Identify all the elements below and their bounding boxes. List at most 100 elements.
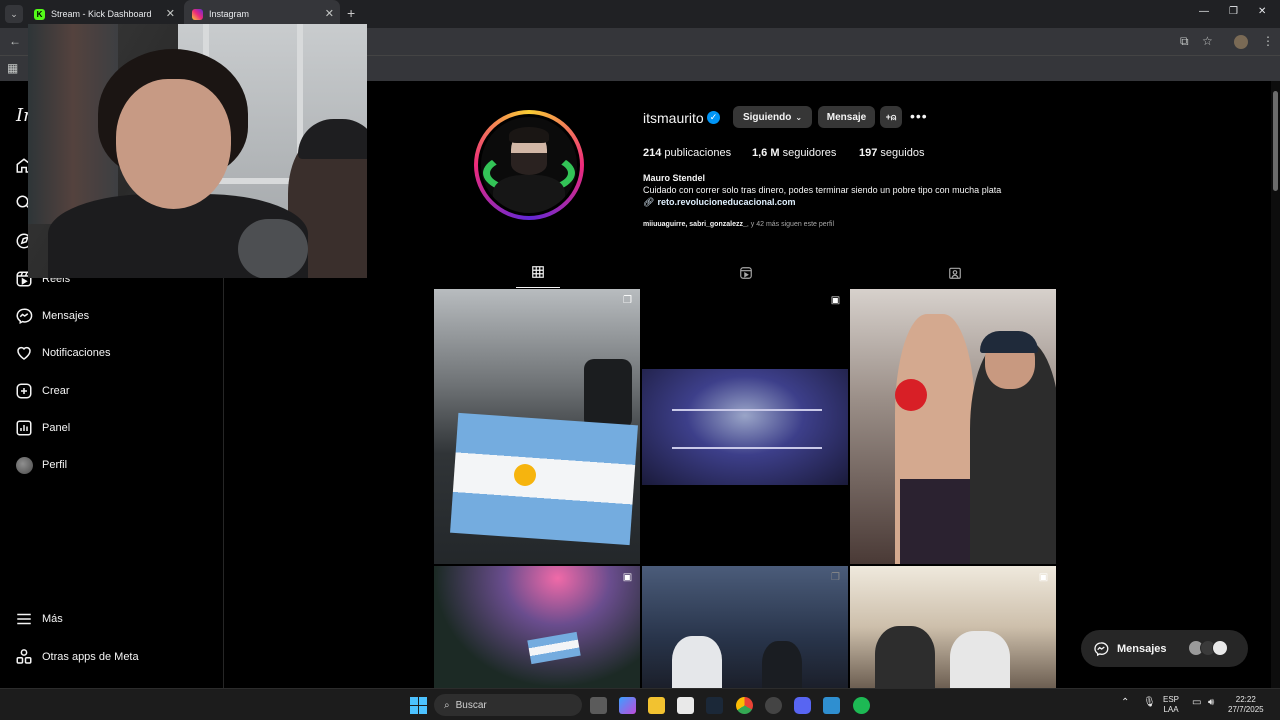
tab-tagged[interactable] [933,260,977,288]
suggest-people-icon[interactable]: +⍝ [880,106,902,128]
profile-full-name: Mauro Stendel [643,173,706,183]
tab-title: Stream - Kick Dashboard [51,9,152,19]
task-view-icon[interactable] [590,697,607,714]
new-tab-button[interactable]: + [347,5,355,21]
language-indicator[interactable]: ESP LAA [1163,695,1179,715]
tab-title: Instagram [209,9,250,19]
reel-badge-icon: ▣ [1038,572,1049,583]
notepad-icon[interactable] [823,697,840,714]
messenger-icon [14,306,34,326]
tab-reels[interactable] [724,260,768,288]
microphone-icon[interactable]: 🎙︎ [1143,698,1156,708]
chrome-icon[interactable] [736,697,753,714]
chevron-up-icon[interactable]: ⌃ [1121,698,1129,708]
sidebar-item-label: Panel [42,422,71,434]
profile-username: itsmaurito [643,110,704,126]
windows-taskbar: ⌕ Buscar ⌃ 🎙︎ ESP LAA ▭ 🔊︎ 22:22 27/7/20… [0,688,1280,720]
chevron-down-icon: ⌄ [795,112,803,122]
volume-icon[interactable]: 🔊︎ [1208,698,1214,708]
post-thumbnail[interactable]: ❐ [434,289,640,564]
close-tab-icon[interactable]: ✕ [325,7,334,20]
sidebar-item-notifications[interactable]: Notificaciones [14,341,110,365]
messenger-icon [1093,641,1109,657]
post-thumbnail[interactable] [850,289,1056,564]
restore-icon[interactable]: ❐ [1229,6,1238,17]
page-scrollbar[interactable] [1271,81,1280,688]
post-thumbnail[interactable]: ❐ [642,566,848,688]
recent-chats-avatars [1188,640,1230,656]
sidebar-item-more[interactable]: Más [14,607,63,631]
sidebar-item-label: Crear [42,385,70,397]
webcam-overlay [28,24,367,278]
microphone-icon [238,219,308,278]
kick-icon: K [34,8,45,20]
reels-icon [739,266,753,283]
bar-chart-icon [14,418,34,438]
spotify-icon[interactable] [853,697,870,714]
profile-avatar[interactable] [474,110,584,220]
menu-icon [14,609,34,629]
close-tab-icon[interactable]: ✕ [166,7,175,20]
file-explorer-icon[interactable] [648,697,665,714]
message-button[interactable]: Mensaje [818,106,875,128]
apps-grid-icon[interactable]: ▦ [7,61,18,75]
more-options-icon[interactable]: ••• [910,108,928,124]
sidebar-item-meta-apps[interactable]: Otras apps de Meta [14,645,139,669]
verified-badge-icon: ✓ [707,111,720,124]
discord-icon[interactable] [794,697,811,714]
heart-icon [14,343,34,363]
obs-icon[interactable] [765,697,782,714]
posts-count[interactable]: 214 publicaciones [643,147,731,159]
sidebar-item-label: Otras apps de Meta [42,651,139,663]
following-button[interactable]: Siguiendo ⌄ [733,106,812,128]
sidebar-item-label: Perfil [42,459,68,471]
instagram-icon [192,8,203,20]
carousel-icon: ❐ [623,295,632,306]
minimize-icon[interactable]: — [1199,6,1209,17]
sidebar-item-label: Más [42,613,63,625]
grid-icon [531,265,545,282]
profile-tabs [434,260,1056,288]
profile-bio: Cuidado con correr solo tras dinero, pod… [643,185,1002,195]
profile-avatar-icon[interactable] [1234,35,1248,49]
plus-square-icon [14,381,34,401]
bookmark-star-icon[interactable]: ☆ [1202,34,1213,48]
taskbar-search[interactable]: ⌕ Buscar [434,694,582,716]
post-thumbnail[interactable]: ▣ [642,289,848,564]
reel-badge-icon: ▣ [622,572,633,583]
clock[interactable]: 22:22 27/7/2025 [1228,695,1264,715]
sidebar-item-label: Mensajes [42,310,90,322]
store-icon[interactable] [677,697,694,714]
avatar [1212,640,1228,656]
tab-posts[interactable] [516,260,560,288]
tab-search-chevron-icon[interactable]: ⌄ [5,5,23,23]
followers-count[interactable]: 1,6 M seguidores [752,147,836,159]
post-thumbnail[interactable]: ▣ [850,566,1056,688]
meta-apps-icon [14,647,34,667]
search-icon: ⌕ [444,699,450,711]
install-app-icon[interactable]: ⧉ [1180,34,1189,49]
following-count[interactable]: 197 seguidos [859,147,924,159]
sidebar-item-profile[interactable]: Perfil [14,453,67,477]
sidebar-item-messages[interactable]: Mensajes [14,304,89,328]
back-arrow-icon[interactable]: ← [9,34,21,48]
network-icon[interactable]: ▭ [1192,698,1201,708]
carousel-icon: ❐ [831,572,840,583]
sidebar-item-label: Notificaciones [42,347,111,359]
tagged-person-icon [948,266,962,283]
messages-label: Mensajes [1117,642,1167,655]
kebab-menu-icon[interactable]: ⋮ [1262,34,1274,48]
sidebar-item-panel[interactable]: Panel [14,416,70,440]
messages-floating-button[interactable]: Mensajes [1081,630,1248,667]
copilot-icon[interactable] [619,697,636,714]
profile-link[interactable]: 🔗︎ reto.revolucioneducacional.com [643,197,795,208]
windows-start-icon[interactable] [410,697,427,714]
post-thumbnail[interactable]: ▣ [434,566,640,688]
avatar-icon [14,455,34,475]
link-icon: 🔗︎ [643,197,655,207]
steam-icon[interactable] [706,697,723,714]
followed-by-text[interactable]: miiuuaguirre, sabri_gonzalezz_, y 42 más… [643,221,834,228]
close-window-icon[interactable]: ✕ [1258,6,1266,17]
sidebar-item-create[interactable]: Crear [14,379,70,403]
reel-badge-icon: ▣ [830,295,841,306]
